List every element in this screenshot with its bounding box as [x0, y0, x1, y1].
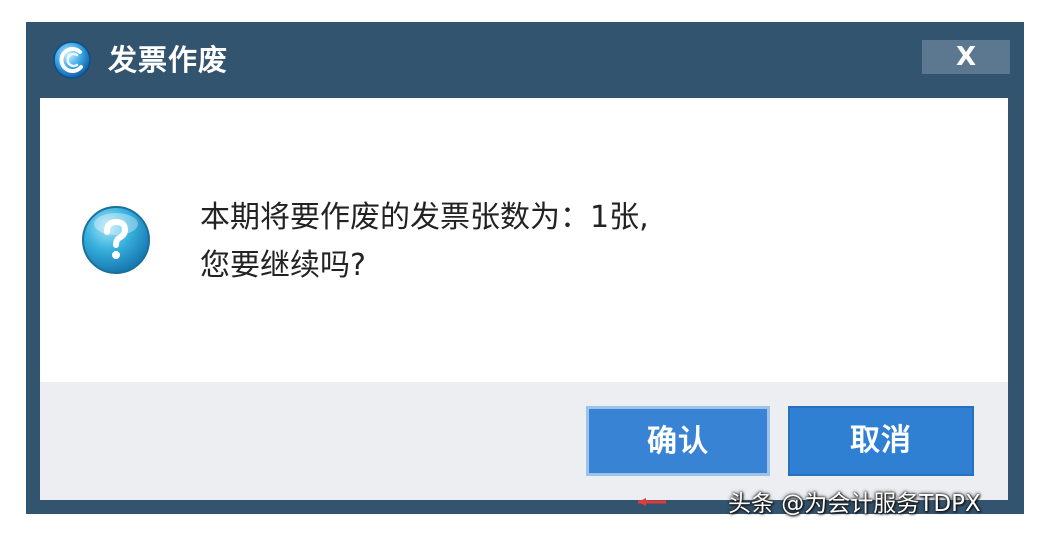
invoice-void-dialog: 发票作废 X 本期将要作废的发票张数为：1张, 您要继续吗? 确认 取消: [26, 22, 1024, 514]
confirm-button[interactable]: 确认: [586, 406, 770, 476]
message-line-1: 本期将要作废的发票张数为：1张,: [200, 200, 649, 235]
cancel-button[interactable]: 取消: [788, 406, 974, 476]
message-line-2: 您要继续吗?: [200, 248, 366, 283]
dialog-content: 本期将要作废的发票张数为：1张, 您要继续吗?: [40, 98, 1008, 382]
watermark-text: 头条 @为会计服务TDPX: [728, 491, 981, 517]
app-logo-icon: [53, 41, 91, 79]
question-icon: [82, 206, 150, 274]
arrow-pointer-icon: [638, 498, 666, 506]
close-button[interactable]: X: [922, 40, 1010, 74]
dialog-title: 发票作废: [108, 43, 229, 77]
dialog-message: 本期将要作废的发票张数为：1张, 您要继续吗?: [200, 194, 649, 290]
dialog-titlebar[interactable]: 发票作废 X: [26, 22, 1024, 98]
dialog-footer: 确认 取消: [40, 382, 1008, 500]
